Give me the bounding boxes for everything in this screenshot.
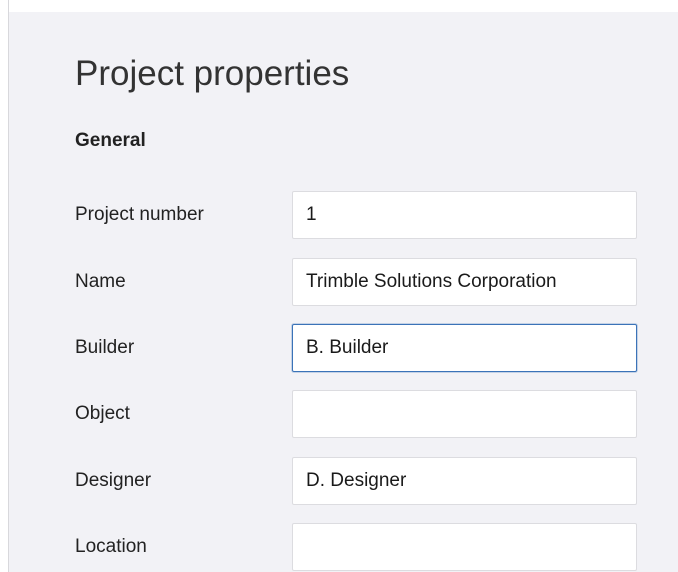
window-edge [0,0,9,572]
object-input[interactable] [292,390,637,438]
designer-label: Designer [75,470,152,491]
object-label: Object [75,403,130,424]
field-row-name: Name [9,258,678,306]
page-title: Project properties [75,54,350,93]
project-number-input[interactable] [292,191,637,239]
designer-input[interactable] [292,457,637,505]
location-label: Location [75,536,147,557]
name-label: Name [75,271,126,292]
builder-label: Builder [75,337,135,358]
field-row-location: Location [9,523,678,571]
section-heading-general: General [75,130,146,151]
location-input[interactable] [292,523,637,571]
builder-input[interactable] [292,324,637,372]
name-input[interactable] [292,258,637,306]
project-properties-panel: Project properties General Project numbe… [9,12,678,572]
field-row-designer: Designer [9,457,678,505]
project-number-label: Project number [75,204,204,225]
field-row-builder: Builder [9,324,678,372]
field-row-object: Object [9,390,678,438]
field-row-project-number: Project number [9,191,678,239]
